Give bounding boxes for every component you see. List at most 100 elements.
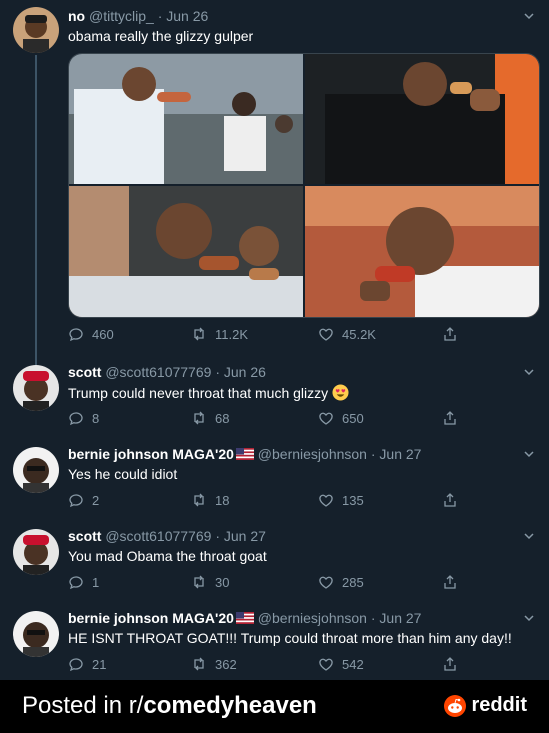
photo-2[interactable] xyxy=(305,54,539,184)
avatar[interactable] xyxy=(13,7,59,53)
chevron-down-icon[interactable] xyxy=(523,530,535,542)
retweet-icon xyxy=(194,493,204,507)
user-handle[interactable]: @berniesjohnson xyxy=(258,610,367,626)
us-flag-icon xyxy=(235,612,254,624)
like-count: 45.2K xyxy=(342,326,376,342)
retweet-icon xyxy=(194,411,204,425)
reply-button[interactable]: 2 xyxy=(68,492,99,508)
avatar[interactable] xyxy=(13,611,59,657)
retweet-count: 18 xyxy=(215,492,230,508)
like-button[interactable]: 135 xyxy=(318,492,364,508)
separator: · xyxy=(215,364,220,380)
tweet-date[interactable]: Jun 26 xyxy=(166,8,208,24)
tweet-actions: 1 30 285 xyxy=(68,574,468,594)
heart-eyes-emoji-icon xyxy=(332,384,349,401)
reply-button[interactable]: 460 xyxy=(68,326,114,342)
share-button[interactable] xyxy=(442,574,458,590)
reddit-footer: Posted in r/comedyheaven reddit xyxy=(0,680,549,733)
reply-count: 21 xyxy=(92,656,107,672)
tweet-text: Yes he could idiot xyxy=(68,466,178,482)
reply-count: 8 xyxy=(92,410,100,426)
tweet-text: You mad Obama the throat goat xyxy=(68,548,267,564)
retweet-button[interactable]: 68 xyxy=(191,410,229,426)
tweet-header: bernie johnson MAGA'20 @berniesjohnson ·… xyxy=(68,610,421,626)
user-handle[interactable]: @berniesjohnson xyxy=(258,446,367,462)
chevron-down-icon[interactable] xyxy=(523,448,535,460)
chevron-down-icon[interactable] xyxy=(523,10,535,22)
reply-button[interactable]: 8 xyxy=(68,410,99,426)
separator: · xyxy=(370,610,376,626)
reply-icon xyxy=(69,494,83,508)
retweet-button[interactable]: 18 xyxy=(191,492,229,508)
posted-in-label[interactable]: Posted in r/comedyheaven xyxy=(22,692,317,720)
like-button[interactable]: 45.2K xyxy=(318,326,376,342)
tweet-header: bernie johnson MAGA'20 @berniesjohnson ·… xyxy=(68,446,421,462)
user-handle[interactable]: @scott61077769 xyxy=(105,364,211,380)
retweet-button[interactable]: 11.2K xyxy=(191,326,248,342)
like-button[interactable]: 650 xyxy=(318,410,364,426)
tweet-date[interactable]: Jun 27 xyxy=(224,528,266,544)
share-button[interactable] xyxy=(442,326,458,342)
reply-icon xyxy=(69,576,83,590)
subreddit-name[interactable]: comedyheaven xyxy=(143,692,316,719)
avatar[interactable] xyxy=(13,447,59,493)
share-button[interactable] xyxy=(442,492,458,508)
share-icon xyxy=(444,493,456,507)
user-handle[interactable]: @tittyclip_ xyxy=(89,8,154,24)
like-count: 285 xyxy=(342,574,364,590)
avatar[interactable] xyxy=(13,365,59,411)
heart-icon xyxy=(319,412,333,425)
display-name[interactable]: scott xyxy=(68,528,101,544)
like-button[interactable]: 542 xyxy=(318,656,364,672)
chevron-down-icon[interactable] xyxy=(523,612,535,624)
separator: · xyxy=(370,446,376,462)
display-name[interactable]: no xyxy=(68,8,85,24)
tweet-text-content: Trump could never throat that much glizz… xyxy=(68,385,329,401)
user-handle[interactable]: @scott61077769 xyxy=(105,528,211,544)
photo-1[interactable] xyxy=(69,54,303,184)
display-name[interactable]: bernie johnson MAGA'20 xyxy=(68,446,234,462)
reply-icon xyxy=(69,658,83,672)
tweet-text: Trump could never throat that much glizz… xyxy=(68,384,349,401)
tweet-actions: 2 18 135 xyxy=(68,492,468,512)
tweet-1[interactable]: no @tittyclip_ · Jun 26 obama really the… xyxy=(0,0,549,365)
share-button[interactable] xyxy=(442,410,458,426)
posted-prefix: Posted in r/ xyxy=(22,692,144,719)
avatar[interactable] xyxy=(13,529,59,575)
reddit-alien-icon xyxy=(444,694,467,717)
like-button[interactable]: 285 xyxy=(318,574,364,590)
tweet-actions: 8 68 650 xyxy=(68,410,468,430)
reply-count: 460 xyxy=(92,326,114,342)
retweet-count: 11.2K xyxy=(215,326,249,342)
tweet-5[interactable]: bernie johnson MAGA'20 @berniesjohnson ·… xyxy=(0,606,549,680)
like-count: 650 xyxy=(342,410,364,426)
display-name[interactable]: bernie johnson MAGA'20 xyxy=(68,610,234,626)
tweet-date[interactable]: Jun 27 xyxy=(379,610,421,626)
photo-grid[interactable] xyxy=(68,53,540,318)
tweet-3[interactable]: bernie johnson MAGA'20 @berniesjohnson ·… xyxy=(0,442,549,522)
tweet-2[interactable]: scott @scott61077769 · Jun 26 Trump coul… xyxy=(0,360,549,440)
retweet-button[interactable]: 30 xyxy=(191,574,229,590)
reddit-logo[interactable]: reddit xyxy=(444,694,527,717)
reply-icon xyxy=(69,328,83,342)
photo-3[interactable] xyxy=(69,186,303,317)
separator: · xyxy=(157,8,163,24)
tweet-date[interactable]: Jun 26 xyxy=(224,364,266,380)
heart-icon xyxy=(319,576,333,589)
retweet-button[interactable]: 362 xyxy=(191,656,237,672)
heart-icon xyxy=(319,328,333,341)
share-button[interactable] xyxy=(442,656,458,672)
us-flag-icon xyxy=(235,448,254,460)
tweet-date[interactable]: Jun 27 xyxy=(379,446,421,462)
reply-button[interactable]: 1 xyxy=(68,574,99,590)
like-count: 135 xyxy=(342,492,364,508)
thread-line xyxy=(35,55,37,365)
photo-4[interactable] xyxy=(305,186,539,317)
chevron-down-icon[interactable] xyxy=(523,366,535,378)
reply-button[interactable]: 21 xyxy=(68,656,106,672)
tweet-4[interactable]: scott @scott61077769 · Jun 27 You mad Ob… xyxy=(0,524,549,604)
reply-count: 2 xyxy=(92,492,100,508)
tweet-header: scott @scott61077769 · Jun 26 xyxy=(68,364,266,380)
share-icon xyxy=(444,657,456,671)
display-name[interactable]: scott xyxy=(68,364,101,380)
